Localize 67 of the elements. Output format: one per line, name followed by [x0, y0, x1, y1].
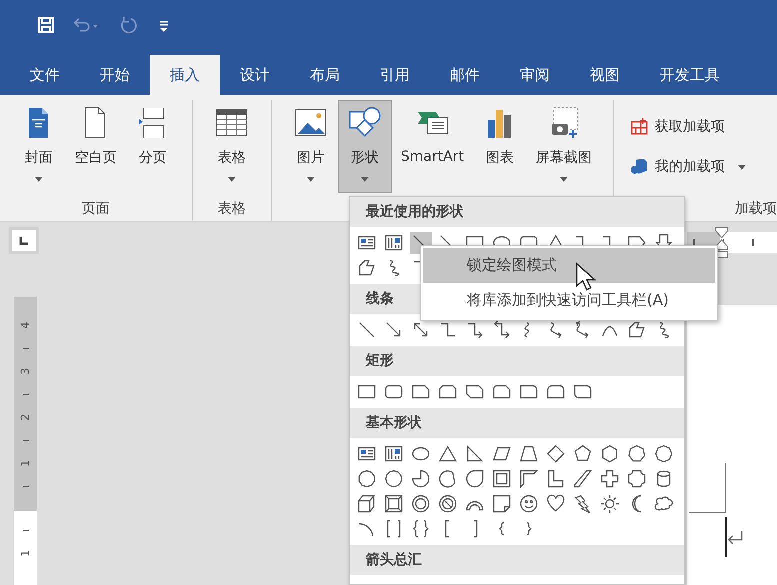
- mouse-pointer-icon: [575, 262, 597, 294]
- crop-mark: [689, 463, 726, 513]
- ribbon-button[interactable]: 屏幕截图: [527, 100, 602, 188]
- folded-corner-icon[interactable]: [491, 493, 513, 515]
- ribbon-button[interactable]: 封面: [12, 100, 66, 188]
- ribbon-button[interactable]: SmartArt: [392, 100, 474, 188]
- group-label: 加载项: [735, 200, 777, 218]
- ruler-tick: [22, 348, 28, 350]
- octagon-icon[interactable]: [653, 443, 675, 465]
- ruler-number: 2: [19, 414, 32, 421]
- ribbon-tab[interactable]: 开始: [80, 55, 150, 95]
- decagon-icon[interactable]: [356, 468, 378, 490]
- pie-icon[interactable]: [410, 468, 432, 490]
- bevel-icon[interactable]: [383, 493, 405, 515]
- ribbon-tab[interactable]: 开发工具: [640, 55, 740, 95]
- ruler-tick: [22, 530, 28, 532]
- teardrop-icon[interactable]: [464, 468, 486, 490]
- ribbon-tab[interactable]: 设计: [220, 55, 290, 95]
- left-tab-icon: [19, 236, 29, 246]
- ribbon-button[interactable]: 我的加载项: [630, 154, 746, 180]
- ruler-tick: [22, 486, 28, 488]
- tab-selector[interactable]: [9, 227, 39, 254]
- gallery-header: 最近使用的形状: [350, 197, 684, 227]
- sun-icon[interactable]: [599, 493, 621, 515]
- text-cursor: [725, 517, 727, 557]
- ribbon-tab[interactable]: 审阅: [500, 55, 570, 95]
- ribbon-button[interactable]: 分页: [126, 100, 180, 188]
- menu-item[interactable]: 锁定绘图模式: [423, 248, 715, 283]
- gallery-header: 基本形状: [350, 408, 684, 438]
- smiley-icon[interactable]: [518, 493, 540, 515]
- ribbon-button[interactable]: 图表: [473, 100, 528, 188]
- ruler-tick: [693, 239, 694, 246]
- dodecagon-icon[interactable]: [383, 468, 405, 490]
- plus-icon[interactable]: [599, 468, 621, 490]
- gallery-header: 矩形: [350, 346, 684, 376]
- frame-icon[interactable]: [491, 468, 513, 490]
- ruler-number: 1: [19, 460, 32, 467]
- ruler-tick: [22, 440, 28, 442]
- diamond-icon[interactable]: [545, 443, 567, 465]
- ribbon-tab[interactable]: 引用: [360, 55, 430, 95]
- group-label: 页面: [82, 200, 110, 218]
- save-icon[interactable]: [36, 15, 56, 35]
- ribbon-tab[interactable]: 布局: [290, 55, 360, 95]
- ruler-number: 3: [19, 368, 32, 375]
- ruler-number: 1: [19, 550, 32, 557]
- heptagon-icon[interactable]: [626, 443, 648, 465]
- ribbon-button[interactable]: 获取加载项: [630, 114, 746, 140]
- donut-icon[interactable]: [410, 493, 432, 515]
- ribbon-tab[interactable]: 邮件: [430, 55, 500, 95]
- group-label: 表格: [218, 200, 246, 218]
- gallery-header: 箭头总汇: [350, 545, 684, 575]
- ribbon-button[interactable]: 图片: [284, 100, 338, 188]
- ribbon-button[interactable]: 空白页: [66, 100, 126, 188]
- ruler-tick: [22, 394, 28, 396]
- ruler-number: 4: [19, 322, 32, 329]
- shapes-button[interactable]: 形状: [338, 100, 392, 193]
- ribbon-button[interactable]: 表格: [205, 100, 259, 188]
- ribbon-tab[interactable]: 文件: [10, 55, 80, 95]
- store-icon: [630, 117, 650, 137]
- diagonal-stripe-icon[interactable]: [572, 468, 594, 490]
- half-frame-icon[interactable]: [518, 468, 540, 490]
- ruler-tick: [752, 239, 754, 246]
- no-symbol-icon[interactable]: [437, 493, 459, 515]
- ribbon-tab[interactable]: 插入: [150, 55, 220, 95]
- ribbon-tab[interactable]: 视图: [570, 55, 640, 95]
- plaque-icon[interactable]: [626, 468, 648, 490]
- cube-icon[interactable]: [356, 493, 378, 515]
